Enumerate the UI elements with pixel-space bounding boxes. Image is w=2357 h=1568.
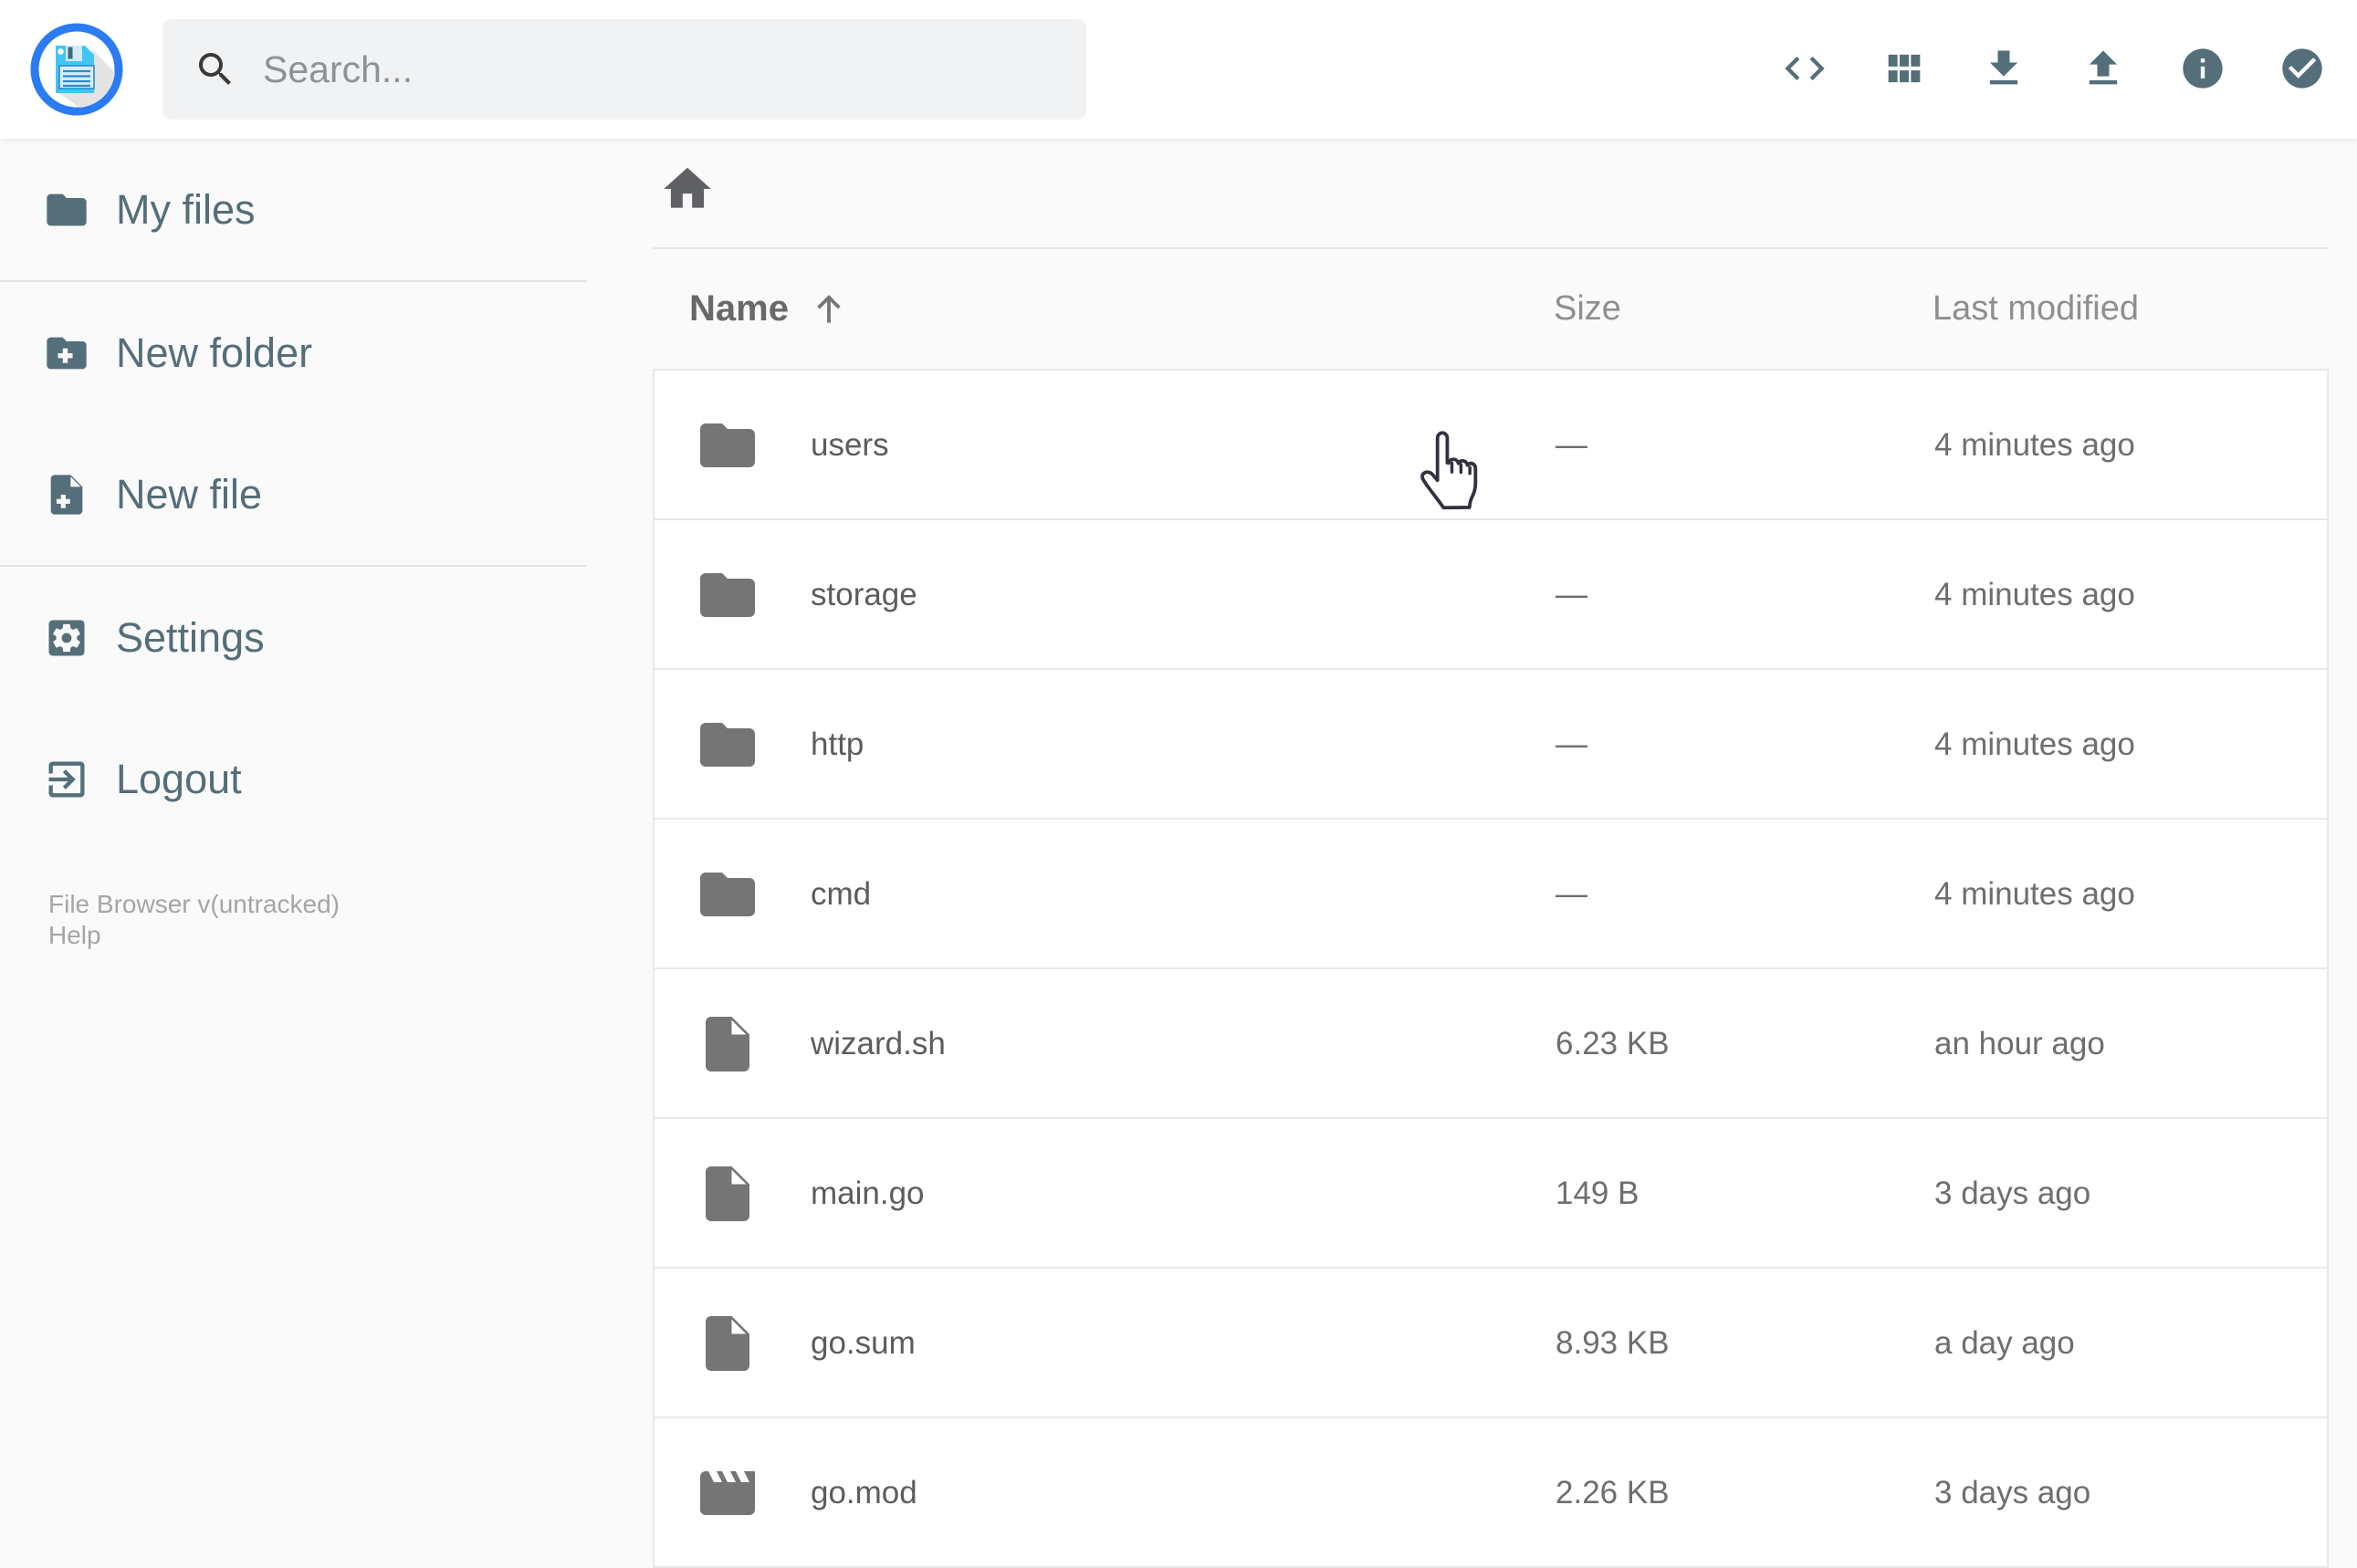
file-modified: 4 minutes ago	[1934, 577, 2135, 612]
settings-icon	[48, 620, 85, 655]
upload-button[interactable]	[2079, 45, 2127, 92]
download-button[interactable]	[1980, 45, 2027, 92]
folder-icon	[695, 413, 760, 478]
breadcrumb-home-button[interactable]	[659, 161, 716, 217]
column-header-size[interactable]: Size	[1554, 249, 1621, 369]
sidebar-footer: File Browser v(untracked) Help	[48, 889, 340, 951]
file-modified: 3 days ago	[1934, 1176, 2091, 1211]
file-row-go-sum[interactable]: go.sum 8.93 KB a day ago	[655, 1269, 2327, 1418]
file-modified: 4 minutes ago	[1934, 876, 2135, 912]
folder-icon	[695, 562, 760, 628]
file-row-users[interactable]: users — 4 minutes ago	[655, 371, 2327, 520]
file-size: 8.93 KB	[1556, 1325, 1670, 1361]
file-size: —	[1556, 876, 1587, 912]
file-name: storage	[811, 577, 917, 612]
app-logo-floppy-icon[interactable]	[29, 22, 124, 117]
file-size: —	[1556, 577, 1587, 612]
sidebar-item-new-file[interactable]: New file	[0, 423, 587, 565]
listing-header: Name Size Last modified	[653, 249, 2329, 369]
file-browser-app: My files New folder New file	[0, 0, 2357, 1568]
sidebar-item-label: Settings	[116, 613, 265, 661]
help-link[interactable]: Help	[48, 920, 101, 951]
new-folder-icon	[47, 337, 87, 369]
search-icon	[199, 53, 231, 85]
folder-icon	[695, 712, 760, 778]
file-size: —	[1556, 727, 1587, 762]
file-row-http[interactable]: http — 4 minutes ago	[655, 670, 2327, 820]
topbar	[0, 0, 2357, 139]
file-size: 2.26 KB	[1556, 1475, 1670, 1511]
check-circle-icon	[2282, 48, 2322, 89]
file-size: —	[1556, 427, 1587, 463]
file-row-cmd[interactable]: cmd — 4 minutes ago	[655, 820, 2327, 969]
code-brackets-icon	[1785, 57, 1825, 80]
file-row-go-mod[interactable]: go.mod 2.26 KB 3 days ago	[655, 1418, 2327, 1568]
upload-icon	[2089, 50, 2118, 85]
folder-icon	[695, 862, 760, 927]
file-modified: a day ago	[1934, 1325, 2075, 1361]
search-bar[interactable]	[162, 19, 1086, 120]
file-icon	[695, 1311, 760, 1376]
column-header-name[interactable]: Name	[689, 249, 849, 369]
file-size: 6.23 KB	[1556, 1026, 1670, 1061]
file-row-storage[interactable]: storage — 4 minutes ago	[655, 520, 2327, 670]
select-multiple-button[interactable]	[2278, 45, 2326, 92]
file-name: wizard.sh	[811, 1026, 946, 1061]
file-name: users	[811, 427, 889, 463]
file-size: 149 B	[1556, 1176, 1639, 1211]
folder-icon	[47, 193, 87, 225]
column-header-last-modified[interactable]: Last modified	[1933, 249, 2139, 369]
file-icon	[695, 1011, 760, 1077]
file-list: users — 4 minutes ago storage — 4 minute…	[653, 369, 2329, 1568]
new-file-icon	[50, 474, 83, 515]
search-input[interactable]	[263, 47, 1030, 91]
info-button[interactable]	[2179, 45, 2226, 92]
sidebar-item-settings[interactable]: Settings	[0, 567, 587, 708]
info-icon	[2183, 48, 2223, 89]
sidebar-item-label: Logout	[116, 755, 242, 802]
sidebar-item-my-files[interactable]: My files	[0, 139, 587, 280]
app-version-text: File Browser v(untracked)	[48, 890, 340, 918]
file-modified: 3 days ago	[1934, 1475, 2091, 1511]
sidebar-item-new-folder[interactable]: New folder	[0, 282, 587, 423]
sidebar-item-logout[interactable]: Logout	[0, 708, 587, 850]
file-name: cmd	[811, 876, 872, 912]
file-modified: 4 minutes ago	[1934, 427, 2135, 463]
sidebar-item-label: New file	[116, 470, 263, 517]
download-icon	[1989, 50, 2018, 85]
movie-file-icon	[695, 1460, 760, 1526]
file-icon	[695, 1161, 760, 1227]
file-modified: 4 minutes ago	[1934, 727, 2135, 762]
sort-ascending-icon	[817, 294, 841, 323]
file-modified: an hour ago	[1934, 1026, 2105, 1061]
sidebar-item-label: My files	[116, 185, 256, 233]
file-name: http	[811, 727, 864, 762]
file-row-wizard-sh[interactable]: wizard.sh 6.23 KB an hour ago	[655, 969, 2327, 1119]
switch-view-button[interactable]	[1880, 45, 1928, 92]
file-name: go.mod	[811, 1475, 917, 1511]
logout-icon	[48, 761, 85, 797]
home-icon	[664, 167, 711, 208]
grid-view-icon	[1888, 54, 1921, 83]
raw-view-button[interactable]	[1781, 45, 1828, 92]
file-name: main.go	[811, 1176, 925, 1211]
sidebar: My files New folder New file Settings Lo…	[0, 139, 587, 949]
file-name: go.sum	[811, 1325, 916, 1361]
file-row-main-go[interactable]: main.go 149 B 3 days ago	[655, 1119, 2327, 1269]
sidebar-item-label: New folder	[116, 329, 313, 376]
